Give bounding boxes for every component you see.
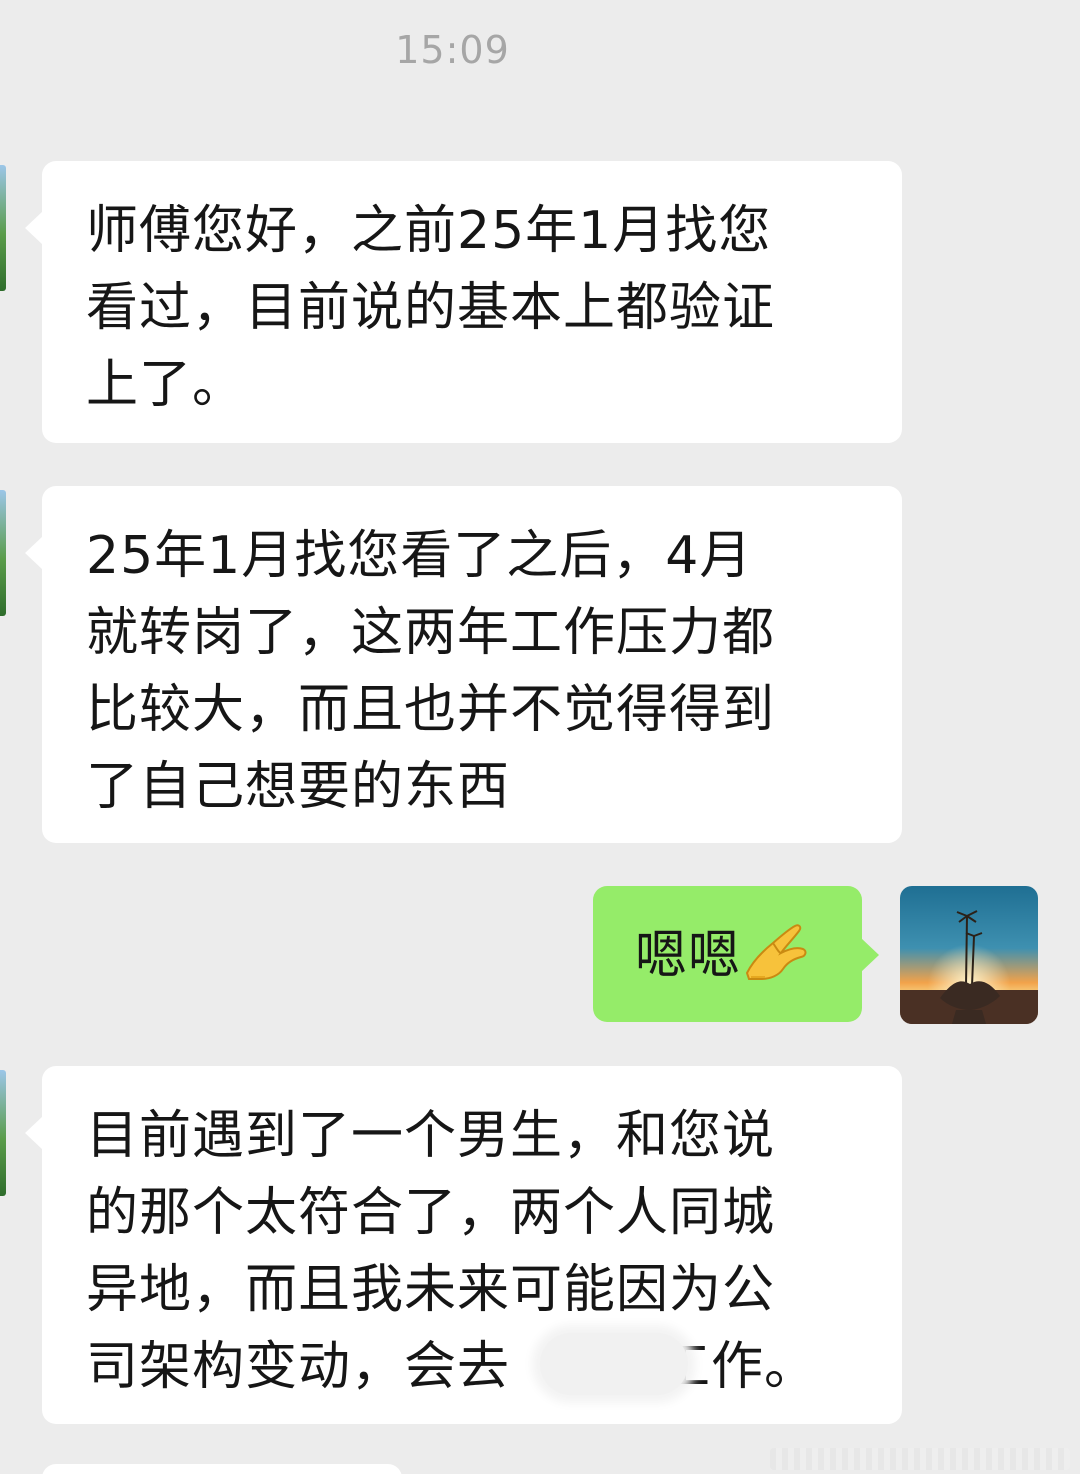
message-line: 目前遇到了一个男生，和您说 bbox=[86, 1106, 776, 1166]
sunset-palm-hand-avatar-icon bbox=[900, 886, 1038, 1024]
message-line: 嗯嗯 bbox=[635, 918, 862, 995]
message-line: 异地，而且我未来可能因为公 bbox=[86, 1260, 776, 1320]
incoming-message-bubble[interactable]: 师傅您好，之前25年1月找您 看过，目前说的基本上都验证 上了。 bbox=[25, 161, 902, 443]
message-text: 嗯嗯 bbox=[635, 926, 742, 986]
message-line: 上了。 bbox=[86, 355, 246, 415]
sender-avatar-edge[interactable] bbox=[0, 1070, 6, 1196]
message-line: 比较大，而且也并不觉得得到 bbox=[86, 680, 776, 740]
incoming-message-bubble-partial[interactable] bbox=[42, 1464, 402, 1474]
message-line: 的那个太符合了，两个人同城 bbox=[86, 1183, 776, 1243]
watermark bbox=[770, 1448, 1070, 1470]
pinch-hand-emoji-icon bbox=[745, 924, 807, 980]
sender-avatar-edge[interactable] bbox=[0, 165, 6, 291]
message-line: 司架构变动，会去 工作。 bbox=[86, 1329, 858, 1406]
outgoing-message-bubble[interactable]: 嗯嗯 bbox=[593, 886, 879, 1022]
message-line: 师傅您好，之前25年1月找您 bbox=[86, 201, 772, 261]
blurred-redaction bbox=[540, 1333, 688, 1395]
message-text: 司架构变动，会去 bbox=[86, 1337, 511, 1397]
message-line: 就转岗了，这两年工作压力都 bbox=[86, 603, 776, 663]
incoming-message-bubble[interactable]: 25年1月找您看了之后，4月 就转岗了，这两年工作压力都 比较大，而且也并不觉得… bbox=[25, 486, 902, 843]
message-timestamp: 15:09 bbox=[395, 28, 510, 72]
chat-screen: 15:09 师傅您好，之前25年1月找您 看过，目前说的基本上都验证 上了。 2… bbox=[0, 0, 1080, 1474]
sender-avatar-edge[interactable] bbox=[0, 490, 6, 616]
self-avatar[interactable] bbox=[900, 886, 1038, 1024]
message-line: 看过，目前说的基本上都验证 bbox=[86, 278, 776, 338]
incoming-message-bubble[interactable]: 目前遇到了一个男生，和您说 的那个太符合了，两个人同城 异地，而且我未来可能因为… bbox=[25, 1066, 902, 1424]
message-line: 了自己想要的东西 bbox=[86, 757, 511, 817]
message-line: 25年1月找您看了之后，4月 bbox=[86, 526, 753, 586]
